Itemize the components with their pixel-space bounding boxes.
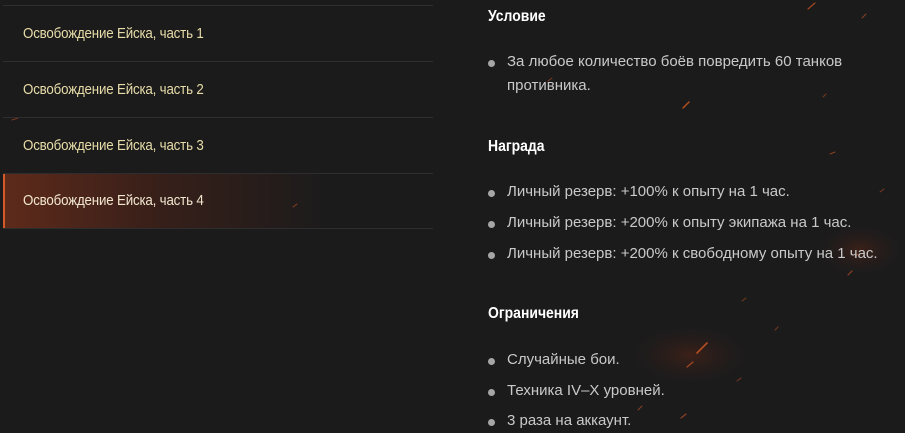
reward-text: Личный резерв: +200% к свободному опыту … <box>507 245 878 262</box>
reward-item: Личный резерв: +100% к опыту на 1 час. <box>488 183 905 204</box>
reward-text: Личный резерв: +100% к опыту на 1 час. <box>507 183 790 200</box>
bullet-icon <box>488 358 495 365</box>
restriction-item: Техника IV–X уровней. <box>488 382 905 403</box>
bullet-icon <box>488 60 495 67</box>
reward-text: Личный резерв: +200% к опыту экипажа на … <box>507 214 852 231</box>
restriction-text: 3 раза на аккаунт. <box>507 412 632 429</box>
mission-item-part-3[interactable]: Освобождение Ейска, часть 3 <box>3 117 433 173</box>
mission-item-part-1[interactable]: Освобождение Ейска, часть 1 <box>3 5 433 61</box>
restriction-item: Случайные бои. <box>488 351 905 372</box>
mission-item-part-2[interactable]: Освобождение Ейска, часть 2 <box>3 61 433 117</box>
condition-text: За любое количество боёв повредить 60 та… <box>507 53 843 94</box>
bullet-icon <box>488 252 495 259</box>
mission-item-part-4[interactable]: Освобождение Ейска, часть 4 <box>3 173 433 229</box>
restriction-text: Случайные бои. <box>507 351 620 368</box>
bullet-icon <box>488 419 495 426</box>
mission-label: Освобождение Ейска, часть 4 <box>23 193 204 209</box>
mission-list: Освобождение Ейска, часть 1 Освобождение… <box>3 5 433 229</box>
condition-heading: Условие <box>488 8 546 25</box>
bullet-icon <box>488 221 495 228</box>
restriction-item: 3 раза на аккаунт. <box>488 412 905 433</box>
condition-item: За любое количество боёв повредить 60 та… <box>488 53 905 98</box>
reward-heading: Награда <box>488 138 545 155</box>
reward-item: Личный резерв: +200% к свободному опыту … <box>488 245 905 266</box>
reward-item: Личный резерв: +200% к опыту экипажа на … <box>488 214 905 235</box>
bullet-icon <box>488 190 495 197</box>
restriction-text: Техника IV–X уровней. <box>507 382 665 399</box>
mission-label: Освобождение Ейска, часть 2 <box>23 81 204 98</box>
bullet-icon <box>488 389 495 396</box>
mission-label: Освобождение Ейска, часть 3 <box>23 137 204 154</box>
restrictions-heading: Ограничения <box>488 305 579 322</box>
mission-label: Освобождение Ейска, часть 1 <box>23 25 204 42</box>
